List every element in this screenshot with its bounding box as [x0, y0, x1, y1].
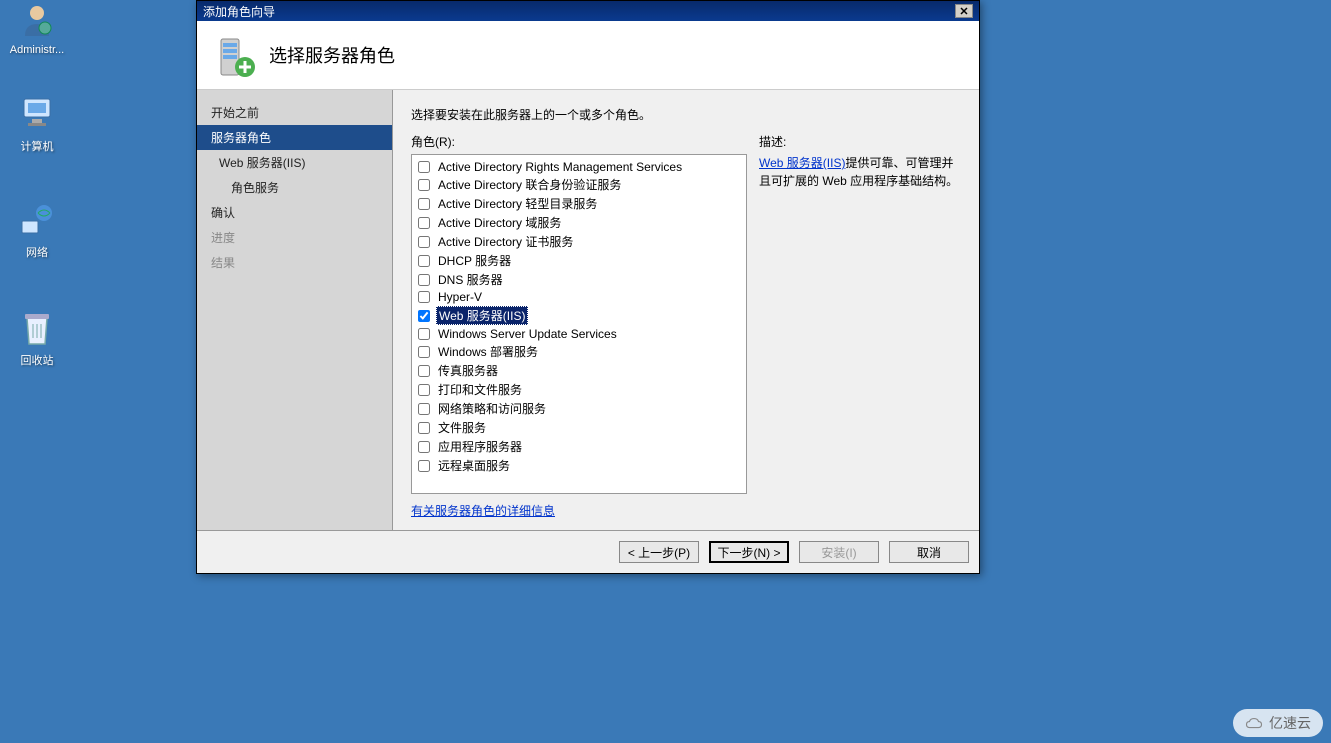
- role-checkbox[interactable]: [418, 384, 430, 396]
- desktop-icon-label: 计算机: [2, 138, 72, 154]
- description-text: Web 服务器(IIS)提供可靠、可管理并且可扩展的 Web 应用程序基础结构。: [759, 154, 961, 190]
- role-checkbox[interactable]: [418, 403, 430, 415]
- role-label: DHCP 服务器: [436, 252, 513, 269]
- desktop-icon-recycle[interactable]: 回收站: [2, 308, 72, 368]
- server-role-icon: [213, 35, 253, 75]
- user-admin-icon: [17, 0, 57, 40]
- role-item[interactable]: 文件服务: [418, 418, 740, 437]
- role-label: Web 服务器(IIS): [436, 306, 528, 325]
- watermark-text: 亿速云: [1269, 713, 1311, 733]
- computer-icon: [17, 94, 57, 134]
- sidebar-step-3[interactable]: 角色服务: [197, 175, 392, 200]
- network-icon: [17, 200, 57, 240]
- role-label: Hyper-V: [436, 290, 484, 304]
- role-checkbox[interactable]: [418, 198, 430, 210]
- role-item[interactable]: 应用程序服务器: [418, 437, 740, 456]
- role-label: 应用程序服务器: [436, 438, 524, 455]
- role-label: 网络策略和访问服务: [436, 400, 548, 417]
- roles-listbox[interactable]: Active Directory Rights Management Servi…: [411, 154, 747, 494]
- role-item[interactable]: Active Directory 轻型目录服务: [418, 194, 740, 213]
- role-checkbox[interactable]: [418, 328, 430, 340]
- cancel-button[interactable]: 取消: [889, 541, 969, 563]
- role-item[interactable]: 网络策略和访问服务: [418, 399, 740, 418]
- dialog-title: 添加角色向导: [203, 3, 275, 20]
- role-item[interactable]: Active Directory 证书服务: [418, 232, 740, 251]
- role-label: Windows Server Update Services: [436, 327, 619, 341]
- description-label: 描述:: [759, 133, 961, 150]
- wizard-main-area: 选择要安装在此服务器上的一个或多个角色。 角色(R): Active Direc…: [393, 90, 979, 530]
- dialog-header: 选择服务器角色: [197, 21, 979, 90]
- add-roles-wizard-dialog: 添加角色向导 ✕ 选择服务器角色 开始之前服务器角色Web 服务器(IIS)角色…: [196, 0, 980, 574]
- role-item[interactable]: DNS 服务器: [418, 270, 740, 289]
- wizard-sidebar: 开始之前服务器角色Web 服务器(IIS)角色服务确认进度结果: [197, 90, 393, 530]
- role-checkbox[interactable]: [418, 217, 430, 229]
- desktop-icon-label: Administr...: [2, 44, 72, 56]
- role-checkbox[interactable]: [418, 460, 430, 472]
- sidebar-step-1[interactable]: 服务器角色: [197, 125, 392, 150]
- role-label: 远程桌面服务: [436, 457, 512, 474]
- sidebar-step-6: 结果: [197, 250, 392, 275]
- close-button[interactable]: ✕: [955, 4, 973, 18]
- role-checkbox[interactable]: [418, 310, 430, 322]
- watermark: 亿速云: [1233, 709, 1323, 737]
- dialog-header-title: 选择服务器角色: [269, 42, 395, 68]
- next-button[interactable]: 下一步(N) >: [709, 541, 789, 563]
- titlebar[interactable]: 添加角色向导 ✕: [197, 1, 979, 21]
- description-link[interactable]: Web 服务器(IIS): [759, 156, 845, 170]
- role-label: Active Directory 域服务: [436, 214, 563, 231]
- instruction-text: 选择要安装在此服务器上的一个或多个角色。: [411, 106, 961, 123]
- desktop-icon-label: 回收站: [2, 352, 72, 368]
- roles-list-label: 角色(R):: [411, 133, 747, 150]
- role-checkbox[interactable]: [418, 291, 430, 303]
- sidebar-step-2[interactable]: Web 服务器(IIS): [197, 150, 392, 175]
- role-item[interactable]: Web 服务器(IIS): [418, 305, 740, 326]
- sidebar-step-4[interactable]: 确认: [197, 200, 392, 225]
- role-item[interactable]: DHCP 服务器: [418, 251, 740, 270]
- sidebar-step-0[interactable]: 开始之前: [197, 100, 392, 125]
- role-checkbox[interactable]: [418, 236, 430, 248]
- recycle-bin-icon: [17, 308, 57, 348]
- prev-button[interactable]: < 上一步(P): [619, 541, 699, 563]
- wizard-footer: < 上一步(P) 下一步(N) > 安装(I) 取消: [197, 530, 979, 573]
- desktop-icon-label: 网络: [2, 244, 72, 260]
- role-checkbox[interactable]: [418, 365, 430, 377]
- role-label: Active Directory 联合身份验证服务: [436, 176, 623, 193]
- role-item[interactable]: 远程桌面服务: [418, 456, 740, 475]
- role-item[interactable]: Active Directory 域服务: [418, 213, 740, 232]
- cloud-icon: [1245, 717, 1263, 729]
- more-info-link[interactable]: 有关服务器角色的详细信息: [411, 502, 555, 519]
- desktop-icon-computer[interactable]: 计算机: [2, 94, 72, 154]
- role-checkbox[interactable]: [418, 441, 430, 453]
- install-button: 安装(I): [799, 541, 879, 563]
- role-checkbox[interactable]: [418, 346, 430, 358]
- role-label: 传真服务器: [436, 362, 500, 379]
- role-checkbox[interactable]: [418, 274, 430, 286]
- role-label: Active Directory 轻型目录服务: [436, 195, 599, 212]
- role-item[interactable]: Hyper-V: [418, 289, 740, 305]
- role-item[interactable]: 打印和文件服务: [418, 380, 740, 399]
- role-checkbox[interactable]: [418, 179, 430, 191]
- role-label: Active Directory Rights Management Servi…: [436, 160, 684, 174]
- role-checkbox[interactable]: [418, 161, 430, 173]
- desktop-icon-admin[interactable]: Administr...: [2, 0, 72, 56]
- role-item[interactable]: 传真服务器: [418, 361, 740, 380]
- role-label: 打印和文件服务: [436, 381, 524, 398]
- role-item[interactable]: Windows 部署服务: [418, 342, 740, 361]
- role-label: Windows 部署服务: [436, 343, 540, 360]
- role-label: DNS 服务器: [436, 271, 505, 288]
- role-item[interactable]: Windows Server Update Services: [418, 326, 740, 342]
- role-item[interactable]: Active Directory 联合身份验证服务: [418, 175, 740, 194]
- role-label: 文件服务: [436, 419, 488, 436]
- role-checkbox[interactable]: [418, 255, 430, 267]
- desktop-icon-network[interactable]: 网络: [2, 200, 72, 260]
- role-checkbox[interactable]: [418, 422, 430, 434]
- role-label: Active Directory 证书服务: [436, 233, 575, 250]
- sidebar-step-5: 进度: [197, 225, 392, 250]
- role-item[interactable]: Active Directory Rights Management Servi…: [418, 159, 740, 175]
